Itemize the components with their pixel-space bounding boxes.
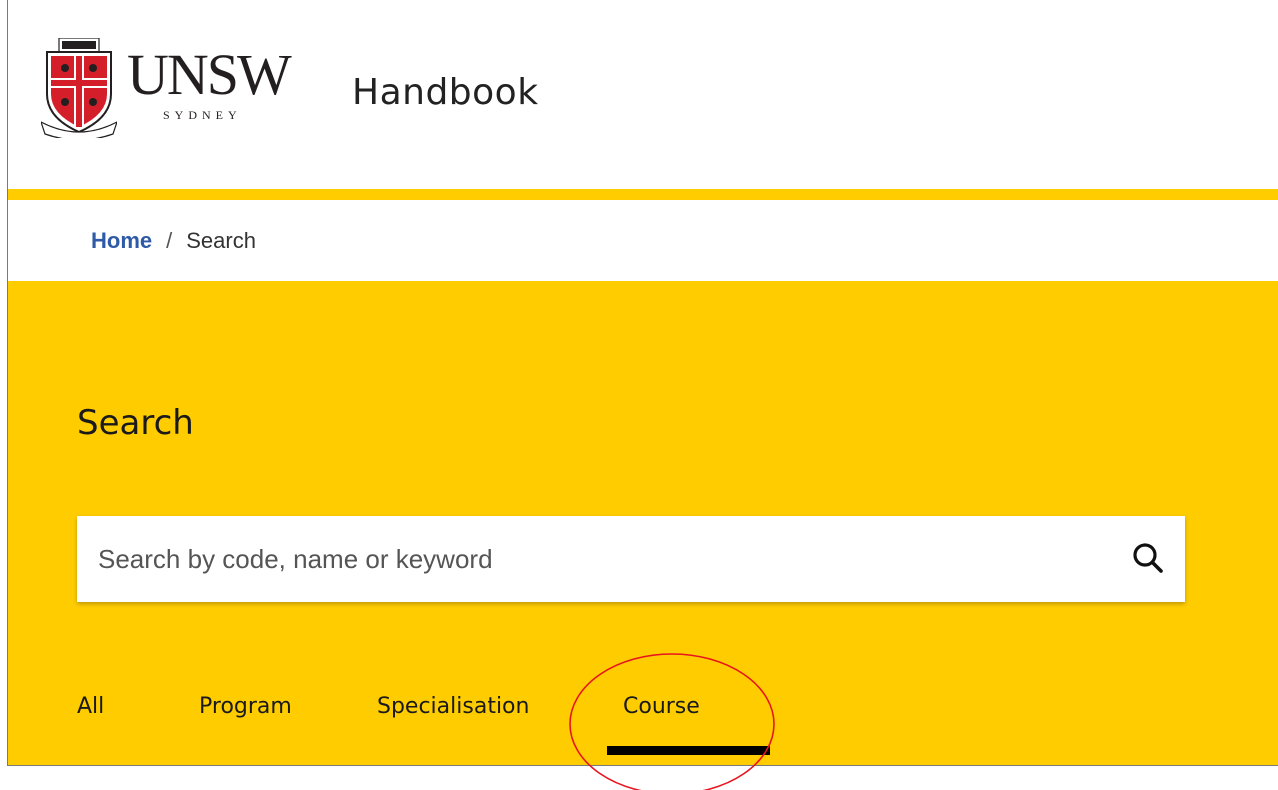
logo-subtitle: SYDNEY: [163, 108, 242, 122]
browser-viewport: UNSW SYDNEY Handbook Home / Search Search: [7, 0, 1278, 766]
page: UNSW SYDNEY Handbook Home / Search Search: [0, 0, 1278, 790]
tab-specialisation[interactable]: Specialisation: [377, 694, 529, 719]
breadcrumb-current: Search: [186, 228, 256, 253]
search-icon: [1133, 543, 1163, 573]
breadcrumb-separator: /: [166, 228, 173, 253]
logo-wordmark: UNSW: [127, 42, 292, 107]
app-title: Handbook: [352, 72, 539, 113]
active-tab-indicator: [607, 746, 770, 755]
search-button[interactable]: [1127, 537, 1171, 581]
search-hero: Search All Program Specialisation Course: [8, 281, 1278, 765]
search-bar: [77, 516, 1185, 602]
unsw-logo[interactable]: UNSW SYDNEY: [41, 38, 292, 138]
tab-all[interactable]: All: [77, 694, 104, 719]
breadcrumb: Home / Search: [8, 200, 1278, 281]
search-tabs: All Program Specialisation Course: [8, 676, 1278, 765]
breadcrumb-home-link[interactable]: Home: [91, 228, 152, 253]
tab-course[interactable]: Course: [623, 694, 700, 719]
header-divider: [8, 189, 1278, 200]
breadcrumb-trail: Home / Search: [91, 228, 256, 254]
search-input[interactable]: [77, 516, 1097, 602]
unsw-crest-icon: [41, 38, 117, 138]
page-title: Search: [77, 403, 194, 443]
site-header: UNSW SYDNEY Handbook: [8, 0, 1278, 189]
tab-program[interactable]: Program: [199, 694, 292, 719]
